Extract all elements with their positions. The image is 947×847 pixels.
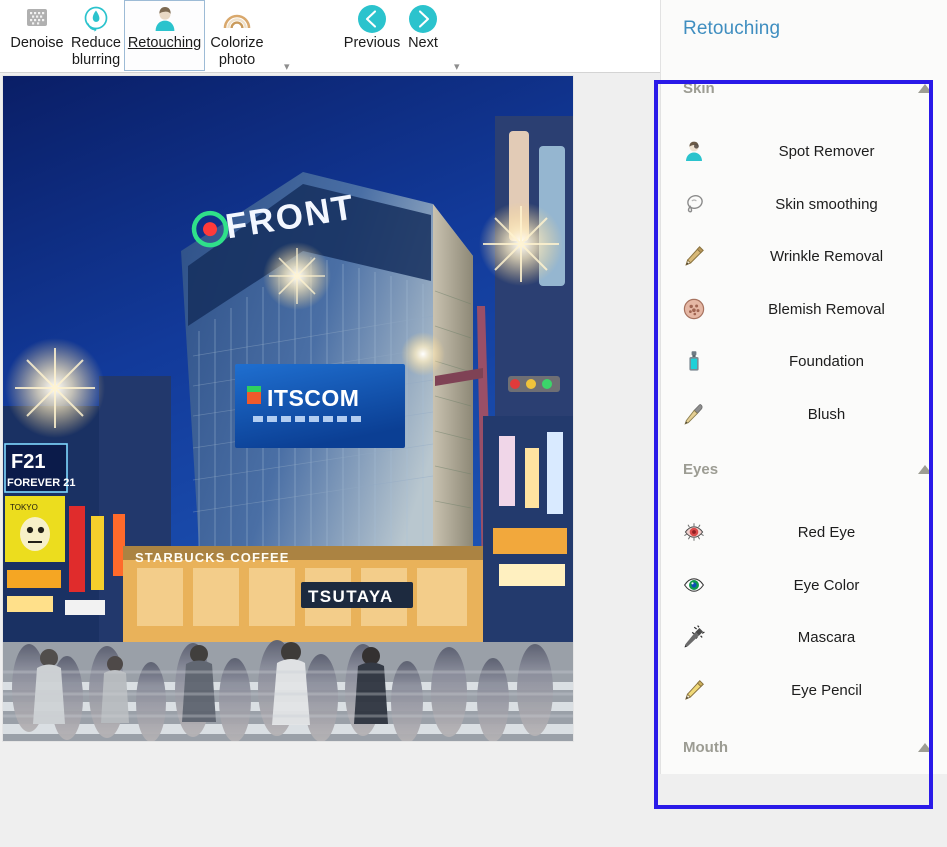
- ribbon-button-next[interactable]: Next: [400, 0, 446, 71]
- ribbon-button-colorize-photo[interactable]: Colorize photo: [206, 0, 268, 71]
- panel-title: Retouching: [683, 18, 780, 40]
- ribbon-button-reduce-blurring[interactable]: Reduce blurring: [68, 0, 124, 71]
- section-header-skin[interactable]: Skin: [661, 76, 947, 100]
- foundation-bottle-icon: [677, 344, 711, 378]
- collapse-caret-up-icon[interactable]: [918, 84, 932, 93]
- ribbon-button-retouching[interactable]: Retouching: [124, 0, 205, 71]
- tool-spot-remover[interactable]: Spot Remover: [661, 131, 947, 171]
- tool-mascara-label: Mascara: [719, 629, 934, 646]
- person-spot-icon: [677, 134, 711, 168]
- blemish-circle-icon: [677, 292, 711, 326]
- tool-skin-smoothing-label: Skin smoothing: [719, 196, 934, 213]
- eye-color-icon: [677, 568, 711, 602]
- retouching-panel: Retouching Skin Spot Remover: [660, 0, 947, 774]
- tool-eye-color-label: Eye Color: [719, 577, 934, 594]
- rainbow-icon: [220, 3, 254, 35]
- lasso-smoothing-icon: [677, 187, 711, 221]
- svg-text:ITSCOM: ITSCOM: [267, 385, 359, 411]
- person-portrait-icon: [150, 3, 180, 35]
- section-header-eyes[interactable]: Eyes: [661, 457, 947, 481]
- tool-red-eye-label: Red Eye: [719, 524, 934, 541]
- eye-pencil-icon: [677, 673, 711, 707]
- section-header-eyes-label: Eyes: [683, 461, 718, 478]
- tool-eye-color[interactable]: Eye Color: [661, 565, 947, 605]
- svg-text:TSUTAYA: TSUTAYA: [308, 587, 394, 606]
- section-header-mouth[interactable]: Mouth: [661, 735, 947, 759]
- makeup-brush-icon: [677, 397, 711, 431]
- tool-blush-label: Blush: [719, 406, 934, 423]
- ribbon-button-retouching-label: Retouching: [125, 35, 204, 52]
- ribbon-button-denoise[interactable]: Denoise: [4, 0, 70, 71]
- photo-canvas[interactable]: FRONT ITSCOM: [3, 76, 573, 741]
- water-drop-icon: [81, 3, 111, 35]
- tool-foundation-label: Foundation: [719, 353, 934, 370]
- ribbon-button-next-label: Next: [405, 35, 441, 52]
- collapse-caret-up-icon[interactable]: [918, 743, 932, 752]
- section-header-mouth-label: Mouth: [683, 739, 728, 756]
- tool-wrinkle-removal[interactable]: Wrinkle Removal: [661, 236, 947, 276]
- tool-eye-pencil[interactable]: Eye Pencil: [661, 670, 947, 710]
- app-window: Denoise Reduce blurring: [0, 0, 947, 847]
- tool-blemish-removal[interactable]: Blemish Removal: [661, 289, 947, 329]
- svg-text:F21: F21: [11, 451, 45, 473]
- ribbon-group-expander-left[interactable]: ▾: [284, 63, 290, 71]
- tool-spot-remover-label: Spot Remover: [719, 143, 934, 160]
- svg-text:TOKYO: TOKYO: [10, 503, 38, 512]
- tool-wrinkle-removal-label: Wrinkle Removal: [719, 248, 934, 265]
- mascara-wand-icon: [677, 620, 711, 654]
- tool-blemish-removal-label: Blemish Removal: [719, 301, 934, 318]
- ribbon-button-previous[interactable]: Previous: [341, 0, 403, 71]
- ribbon-button-denoise-label: Denoise: [7, 35, 66, 52]
- ribbon-button-colorize-photo-label: Colorize photo: [207, 35, 266, 69]
- noise-grid-icon: [24, 3, 50, 35]
- collapse-caret-up-icon[interactable]: [918, 465, 932, 474]
- tool-red-eye[interactable]: Red Eye: [661, 512, 947, 552]
- pencil-icon: [677, 239, 711, 273]
- tool-blush[interactable]: Blush: [661, 394, 947, 434]
- chevron-right-circle-icon: [407, 3, 439, 35]
- tool-foundation[interactable]: Foundation: [661, 341, 947, 381]
- tool-skin-smoothing[interactable]: Skin smoothing: [661, 184, 947, 224]
- svg-text:FOREVER 21: FOREVER 21: [7, 477, 75, 489]
- red-eye-icon: [677, 515, 711, 549]
- chevron-left-circle-icon: [356, 3, 388, 35]
- section-header-skin-label: Skin: [683, 80, 715, 97]
- ribbon-group-expander-right[interactable]: ▾: [454, 63, 460, 71]
- tool-mascara[interactable]: Mascara: [661, 617, 947, 657]
- ribbon-button-reduce-blurring-label: Reduce blurring: [68, 35, 124, 69]
- tool-eye-pencil-label: Eye Pencil: [719, 682, 934, 699]
- svg-text:STARBUCKS COFFEE: STARBUCKS COFFEE: [135, 550, 290, 565]
- ribbon-button-previous-label: Previous: [341, 35, 403, 52]
